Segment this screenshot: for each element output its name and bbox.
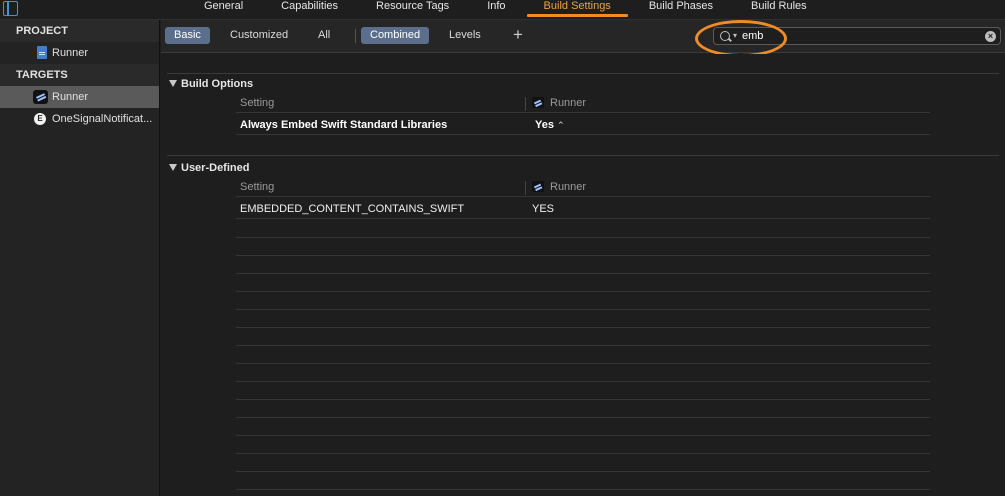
search-field[interactable]: ▾ emb × — [713, 27, 1001, 45]
setting-name: EMBEDDED_CONTENT_CONTAINS_SWIFT — [240, 203, 465, 215]
sidebar-item-label: OneSignalNotificat... — [52, 113, 153, 125]
filter-divider — [355, 29, 356, 43]
divider — [167, 155, 999, 156]
tab-build-phases[interactable]: Build Phases — [630, 0, 732, 20]
empty-row-divider — [236, 417, 930, 418]
empty-row-divider — [236, 291, 930, 292]
tab-capabilities[interactable]: Capabilities — [262, 0, 357, 20]
table-row[interactable]: EMBEDDED_CONTENT_CONTAINS_SWIFT YES — [236, 201, 930, 219]
settings-tabs: General Capabilities Resource Tags Info … — [185, 0, 826, 20]
empty-row-divider — [236, 489, 930, 490]
empty-row-divider — [236, 471, 930, 472]
setting-value: Yes — [535, 119, 554, 131]
chevron-down-icon[interactable]: ▾ — [733, 28, 737, 44]
setting-value-popup[interactable]: Yes ⌃ — [535, 119, 565, 131]
clear-search-icon[interactable]: × — [985, 31, 996, 42]
filter-basic-button[interactable]: Basic — [165, 27, 210, 44]
filter-customized-button[interactable]: Customized — [221, 27, 297, 44]
disclosure-triangle-icon[interactable] — [169, 80, 177, 87]
column-header-setting: Setting — [240, 97, 275, 109]
empty-row-divider — [236, 309, 930, 310]
disclosure-triangle-icon[interactable] — [169, 164, 177, 171]
divider — [167, 73, 999, 74]
tab-build-rules[interactable]: Build Rules — [732, 0, 826, 20]
filter-combined-button[interactable]: Combined — [361, 27, 430, 44]
filter-all-button[interactable]: All — [309, 27, 339, 44]
table-row[interactable]: Always Embed Swift Standard Libraries Ye… — [236, 117, 930, 135]
column-header-target: Runner — [550, 97, 587, 109]
table-header-row: Setting Runner — [236, 179, 930, 197]
filter-levels-button[interactable]: Levels — [440, 27, 490, 44]
search-icon — [720, 31, 730, 41]
extension-target-icon: E — [34, 113, 46, 125]
column-separator — [525, 97, 526, 111]
sidebar-item-label: Runner — [52, 47, 89, 59]
search-input[interactable]: emb — [742, 28, 763, 44]
project-file-icon — [37, 46, 47, 59]
build-settings-filter-bar: Basic Customized All Combined Levels + ▾… — [161, 20, 1005, 57]
setting-name: Always Embed Swift Standard Libraries — [240, 119, 448, 131]
build-settings-table: Build Options Setting Runner Always Embe… — [161, 54, 1005, 496]
empty-row-divider — [236, 381, 930, 382]
group-header-user-defined[interactable]: User-Defined — [169, 162, 249, 174]
table-header-row: Setting Runner — [236, 95, 930, 113]
column-header-setting: Setting — [240, 181, 275, 193]
empty-row-divider — [236, 237, 930, 238]
group-title: User-Defined — [181, 162, 250, 174]
app-target-icon — [33, 90, 48, 104]
sidebar-item-target-runner[interactable]: Runner — [0, 86, 159, 108]
empty-row-divider — [236, 327, 930, 328]
empty-row-divider — [236, 363, 930, 364]
tab-resource-tags[interactable]: Resource Tags — [357, 0, 468, 20]
tab-info[interactable]: Info — [468, 0, 524, 20]
sidebar-item-label: Runner — [52, 91, 89, 103]
tab-general[interactable]: General — [185, 0, 262, 20]
tab-build-settings[interactable]: Build Settings — [525, 0, 630, 20]
targets-section-header: TARGETS — [0, 64, 159, 86]
empty-row-divider — [236, 399, 930, 400]
empty-row-divider — [236, 345, 930, 346]
empty-row-divider — [236, 273, 930, 274]
empty-row-divider — [236, 255, 930, 256]
add-setting-button[interactable]: + — [513, 25, 523, 45]
column-separator — [525, 181, 526, 195]
project-target-sidebar: PROJECT Runner TARGETS Runner E OneSigna… — [0, 20, 160, 496]
app-target-icon — [532, 181, 544, 192]
sidebar-item-target-onesignal[interactable]: E OneSignalNotificat... — [0, 108, 159, 130]
editor-tab-bar: General Capabilities Resource Tags Info … — [0, 0, 1005, 20]
project-section-header: PROJECT — [0, 20, 159, 42]
empty-row-divider — [236, 435, 930, 436]
group-title: Build Options — [181, 78, 254, 90]
popup-stepper-icon: ⌃ — [556, 120, 565, 130]
sidebar-item-project-runner[interactable]: Runner — [0, 42, 159, 64]
app-target-icon — [532, 97, 544, 108]
sidebar-toggle-icon[interactable] — [3, 1, 18, 16]
setting-value[interactable]: YES — [532, 203, 554, 215]
empty-row-divider — [236, 453, 930, 454]
column-header-target: Runner — [550, 181, 587, 193]
group-header-build-options[interactable]: Build Options — [169, 78, 253, 90]
